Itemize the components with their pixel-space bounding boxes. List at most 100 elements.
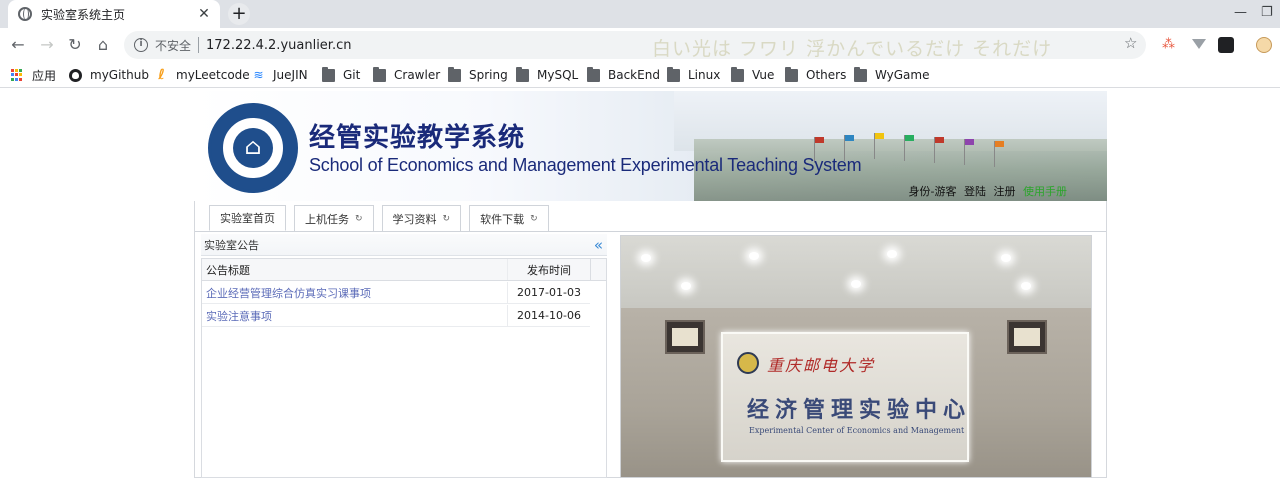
folder-icon: [785, 66, 798, 82]
login-link[interactable]: 登陆: [964, 185, 986, 198]
minimize-icon[interactable]: —: [1234, 5, 1247, 20]
close-tab-icon[interactable]: ✕: [196, 6, 212, 22]
table-header-row: 公告标题 发布时间: [202, 259, 590, 281]
column-header-title[interactable]: 公告标题: [202, 259, 508, 280]
ceiling-light: [887, 250, 897, 258]
home-button[interactable]: ⌂: [93, 35, 113, 55]
wall-plaque: [665, 320, 705, 354]
extension-share-icon[interactable]: ⁂: [1162, 37, 1178, 53]
flag: [905, 135, 914, 141]
tab-label: 学习资料: [392, 212, 437, 226]
bookmark-folder-git[interactable]: Git: [322, 66, 360, 84]
folder-icon: [322, 66, 335, 82]
bookmark-label: myGithub: [90, 68, 149, 82]
bookmark-label: MySQL: [537, 68, 579, 82]
security-label: 不安全: [155, 38, 192, 53]
bookmark-folder-vue[interactable]: Vue: [731, 66, 774, 84]
extension-vpn-icon[interactable]: [1192, 39, 1206, 49]
flag: [965, 139, 974, 145]
browser-toolbar: ← → ↻ ⌂ i 不安全 172.22.4.2.yuanlier.cn 白い光…: [0, 28, 1280, 62]
folder-icon: [448, 66, 461, 82]
github-icon: [69, 68, 82, 82]
bookmark-label: Crawler: [394, 68, 441, 82]
browser-tab[interactable]: 实验室系统主页 ✕: [8, 0, 220, 28]
globe-icon: [18, 7, 32, 21]
extension-marquee-text: 白い光は フワリ 浮かんでいるだけ それだけ: [652, 38, 1053, 60]
bookmark-juejin[interactable]: ≋ JueJIN: [252, 66, 308, 84]
photo-center-name-en: Experimental Center of Economics and Man…: [749, 426, 965, 435]
manual-link[interactable]: 使用手册: [1023, 185, 1067, 198]
notice-date-cell: 2014-10-06: [517, 309, 581, 322]
forward-button[interactable]: →: [37, 35, 57, 55]
page-content: ⌂ 经管实验教学系统 School of Economics and Manag…: [194, 91, 1107, 478]
collapse-left-icon[interactable]: «: [594, 236, 603, 254]
folder-icon: [854, 66, 867, 82]
leetcode-icon: ℓ: [158, 66, 165, 83]
flag: [845, 135, 854, 141]
tab-divider: [195, 231, 1106, 232]
bookmark-label: WyGame: [875, 68, 930, 82]
notice-panel: 实验室公告 « 公告标题 发布时间 企业经营管理综合仿真实习课事项 2017-0…: [201, 234, 607, 478]
flag: [875, 133, 884, 139]
bookmark-folder-mysql[interactable]: MySQL: [516, 66, 578, 84]
notice-link[interactable]: 实验注意事项: [206, 308, 272, 324]
site-title-en: School of Economics and Management Exper…: [309, 155, 862, 175]
user-links: 身份-游客 登陆 注册 使用手册: [905, 183, 1067, 199]
notice-link[interactable]: 企业经营管理综合仿真实习课事项: [206, 285, 371, 301]
table-row: 企业经营管理综合仿真实习课事项 2017-01-03: [202, 282, 590, 304]
bookmark-folder-crawler[interactable]: Crawler: [373, 66, 440, 84]
bookmark-myleetcode[interactable]: ℓ myLeetcode: [155, 66, 250, 84]
address-bar[interactable]: i 不安全 172.22.4.2.yuanlier.cn 白い光は フワリ 浮か…: [124, 31, 1146, 60]
new-tab-button[interactable]: +: [228, 3, 250, 25]
info-icon[interactable]: i: [134, 38, 148, 52]
ceiling-light: [851, 280, 861, 288]
extension-tampermonkey-icon[interactable]: [1218, 37, 1234, 53]
refresh-icon[interactable]: ↻: [443, 214, 451, 224]
site-title-cn: 经管实验教学系统: [309, 123, 526, 153]
tab-label: 上机任务: [305, 212, 349, 226]
main-panel: 实验室首页 上机任务 ↻ 学习资料 ↻ 软件下载 ↻ 实验室公告 « 公告标题 …: [194, 201, 1107, 478]
bookmark-folder-spring[interactable]: Spring: [448, 66, 508, 84]
wall-plaque: [1007, 320, 1047, 354]
notice-panel-title: 实验室公告: [204, 238, 259, 252]
tab-label: 实验室首页: [220, 212, 275, 225]
folder-icon: [373, 66, 386, 82]
bookmark-folder-others[interactable]: Others: [785, 66, 846, 84]
university-logo: ⌂: [208, 103, 298, 193]
bookmark-label: JueJIN: [273, 68, 308, 82]
notice-table: 公告标题 发布时间 企业经营管理综合仿真实习课事项 2017-01-03 实验注…: [201, 258, 607, 478]
reload-button[interactable]: ↻: [65, 35, 85, 55]
university-emblem-icon: [737, 352, 759, 374]
profile-avatar[interactable]: [1256, 37, 1272, 53]
bookmark-label: myLeetcode: [176, 68, 250, 82]
bookmark-folder-wygame[interactable]: WyGame: [854, 66, 929, 84]
site-banner: ⌂ 经管实验教学系统 School of Economics and Manag…: [194, 91, 1107, 201]
ceiling-light: [1021, 282, 1031, 290]
bookmark-label: Spring: [469, 68, 508, 82]
bookmark-apps[interactable]: 应用: [11, 66, 56, 84]
bookmark-label: 应用: [32, 68, 57, 83]
bookmark-label: Git: [343, 68, 361, 82]
ceiling-light: [641, 254, 651, 262]
identity-label: 身份-游客: [908, 185, 957, 198]
refresh-icon[interactable]: ↻: [530, 214, 538, 224]
bookmark-folder-backend[interactable]: BackEnd: [587, 66, 660, 84]
back-button[interactable]: ←: [8, 35, 28, 55]
apps-icon: [11, 68, 24, 82]
url-text[interactable]: 172.22.4.2.yuanlier.cn: [206, 38, 351, 53]
flag: [935, 137, 944, 143]
column-header-date[interactable]: 发布时间: [508, 259, 590, 280]
restore-icon[interactable]: ❐: [1261, 5, 1273, 20]
bookmark-star-icon[interactable]: ☆: [1124, 34, 1137, 52]
refresh-icon[interactable]: ↻: [355, 214, 363, 224]
register-link[interactable]: 注册: [994, 185, 1016, 198]
bookmarks-bar: 应用 myGithub ℓ myLeetcode ≋ JueJIN Git Cr…: [0, 62, 1280, 88]
bookmark-folder-linux[interactable]: Linux: [667, 66, 720, 84]
tab-lab-home[interactable]: 实验室首页: [209, 205, 286, 231]
tab-computer-tasks[interactable]: 上机任务 ↻: [294, 205, 374, 231]
bookmark-label: BackEnd: [608, 68, 660, 82]
tab-study-materials[interactable]: 学习资料 ↻: [381, 205, 462, 231]
tab-software-download[interactable]: 软件下载 ↻: [469, 205, 549, 231]
tab-label: 软件下载: [480, 212, 525, 226]
bookmark-mygithub[interactable]: myGithub: [69, 66, 149, 84]
